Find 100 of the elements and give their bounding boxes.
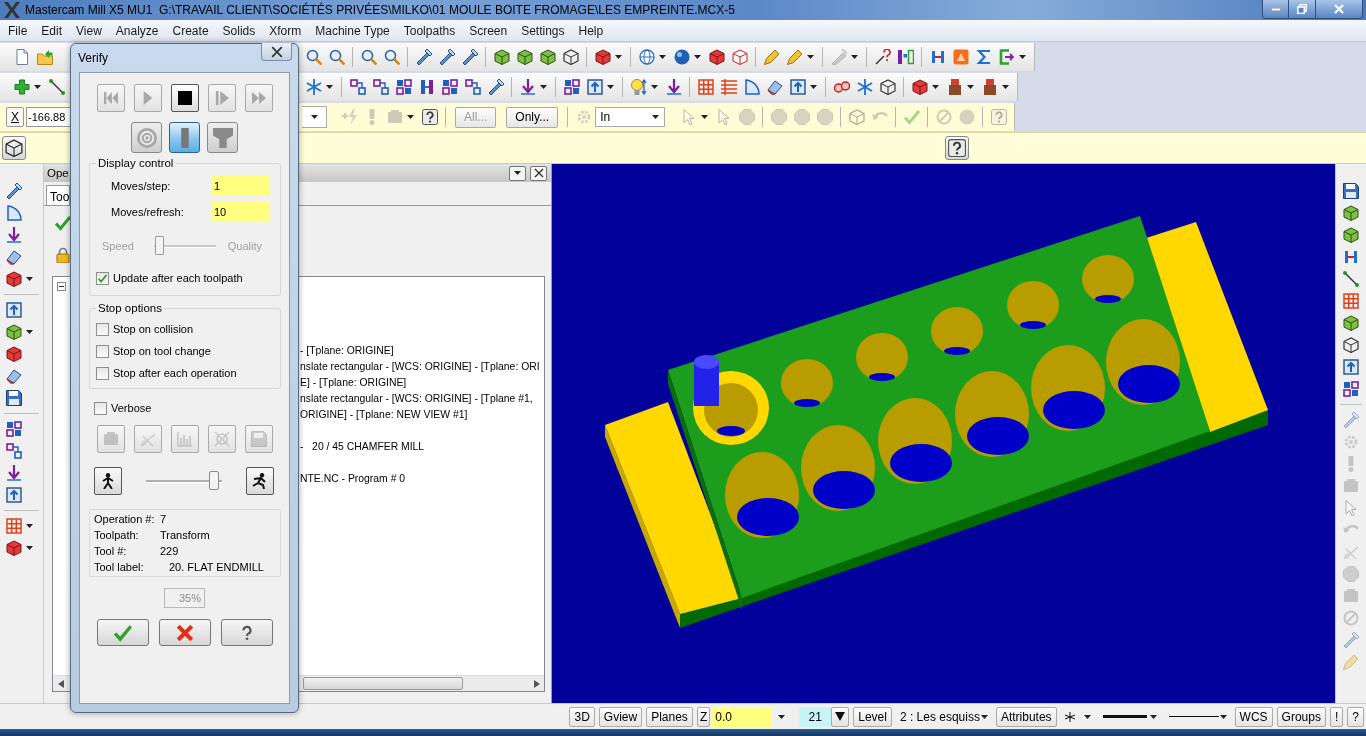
line-icon[interactable] [48, 79, 65, 95]
bracket-icon[interactable] [998, 49, 1015, 65]
grid-icon[interactable] [697, 79, 714, 95]
check-icon[interactable] [113, 623, 132, 642]
bars-icon[interactable] [418, 79, 435, 95]
caret-icon[interactable] [835, 712, 846, 721]
restore-button[interactable] [1289, 0, 1316, 19]
squares-icon[interactable] [349, 79, 366, 95]
squares-icon[interactable] [6, 421, 22, 437]
menu-item[interactable]: View [69, 23, 109, 38]
cube-icon[interactable] [539, 49, 556, 65]
close-icon[interactable] [270, 45, 283, 58]
arrow-icon[interactable] [6, 227, 22, 243]
coordinate-field[interactable]: -166.88 [26, 107, 71, 127]
grid-icon[interactable] [1343, 293, 1359, 309]
connector-icon[interactable] [929, 49, 946, 65]
cube-icon[interactable] [1343, 227, 1359, 243]
cancel-button[interactable] [158, 619, 211, 646]
attributes-button[interactable]: Attributes [995, 706, 1057, 727]
stop-button[interactable] [170, 84, 199, 112]
mode-dropdown[interactable]: In [595, 107, 666, 127]
caret-icon[interactable] [615, 55, 622, 59]
circles-icon[interactable] [833, 79, 850, 95]
cube-icon[interactable] [1343, 315, 1359, 331]
magnifier-icon[interactable] [383, 49, 400, 65]
caret-icon[interactable] [26, 277, 33, 281]
combo-field[interactable] [302, 106, 327, 128]
eraser-icon[interactable] [6, 249, 22, 265]
fast-button[interactable] [246, 467, 274, 495]
stop-icon[interactable] [177, 91, 192, 105]
close-button[interactable] [1316, 0, 1363, 19]
eraser-icon[interactable] [6, 368, 22, 384]
squares-icon[interactable] [372, 79, 389, 95]
checkbox[interactable] [96, 366, 109, 380]
globe-icon[interactable] [638, 49, 655, 65]
line-icon[interactable] [1343, 271, 1359, 287]
folder-icon[interactable] [36, 49, 53, 65]
cube-icon[interactable] [731, 49, 748, 65]
menu-item[interactable]: Toolpaths [396, 23, 463, 38]
text-field[interactable]: 10 [211, 202, 269, 222]
line-question-icon[interactable] [874, 49, 891, 65]
lines-icon[interactable] [720, 79, 737, 95]
magnifier-icon[interactable] [305, 49, 322, 65]
grid-icon[interactable] [6, 518, 22, 534]
menu-item[interactable]: Machine Type [308, 23, 397, 38]
wireframe-cube-icon[interactable] [562, 49, 579, 65]
menu-item[interactable]: Xform [262, 23, 309, 38]
operation-text[interactable]: E] - [Tplane: ORIGINE] [300, 376, 544, 388]
cube-icon[interactable] [911, 79, 928, 95]
z-button[interactable]: Z [696, 706, 711, 727]
menu-item[interactable]: Screen [462, 23, 515, 38]
box-arrow-icon[interactable] [1343, 359, 1359, 375]
menu-item[interactable]: Edit [34, 23, 70, 38]
triangle-tile-icon[interactable] [952, 49, 969, 65]
view-button[interactable]: Planes [646, 706, 693, 727]
caret-icon[interactable] [607, 85, 614, 89]
caret-icon[interactable] [701, 115, 709, 119]
restore-icon[interactable] [1297, 4, 1307, 14]
sphere-icon[interactable] [673, 49, 690, 65]
page-icon[interactable] [13, 49, 30, 65]
status-button[interactable]: ? [1347, 706, 1364, 727]
bars-icon[interactable] [897, 49, 914, 65]
level-button[interactable]: Level [853, 706, 892, 727]
screw-icon[interactable] [487, 79, 504, 95]
wireframe-cube-icon[interactable] [879, 79, 896, 95]
asterisk-icon[interactable] [1064, 711, 1075, 722]
caret-icon[interactable] [851, 55, 858, 59]
menu-item[interactable]: Help [571, 23, 611, 38]
bulb-icon[interactable] [630, 79, 647, 95]
operation-text[interactable]: NTE.NC - Program # 0 [300, 472, 544, 484]
caret-icon[interactable] [932, 85, 939, 89]
caret-icon[interactable] [1149, 714, 1157, 719]
minimize-button[interactable] [1262, 0, 1289, 19]
pencil-icon[interactable] [786, 49, 803, 65]
menu-item[interactable]: Create [165, 23, 216, 38]
arrow-icon[interactable] [665, 79, 682, 95]
sigma-icon[interactable] [975, 49, 992, 65]
line-sample-icon[interactable] [1102, 715, 1147, 718]
wireframe-cube-icon[interactable] [1343, 337, 1359, 353]
caret-icon[interactable] [659, 55, 666, 59]
caret-icon[interactable] [651, 85, 658, 89]
caret-icon[interactable] [34, 85, 41, 89]
graphics-viewport[interactable] [552, 164, 1335, 703]
checkbox[interactable] [94, 401, 107, 415]
caret-icon[interactable] [1019, 55, 1026, 59]
caret-icon[interactable] [1002, 85, 1009, 89]
level-dropdown[interactable]: 2 : Les esquiss [895, 706, 992, 727]
cross-icon[interactable] [175, 623, 194, 642]
arc-icon[interactable] [743, 79, 760, 95]
caret-icon[interactable] [26, 330, 33, 334]
connector-icon[interactable] [1343, 249, 1359, 265]
box-arrow-icon[interactable] [6, 487, 22, 503]
cube-icon[interactable] [6, 271, 22, 287]
color-button[interactable] [831, 706, 850, 727]
view-button[interactable]: Gview [598, 706, 643, 727]
plus-icon[interactable] [13, 79, 30, 95]
view-button[interactable]: 3D [569, 706, 595, 727]
squares-icon[interactable] [395, 79, 412, 95]
arrow-icon[interactable] [519, 79, 536, 95]
caret-icon[interactable] [694, 55, 701, 59]
